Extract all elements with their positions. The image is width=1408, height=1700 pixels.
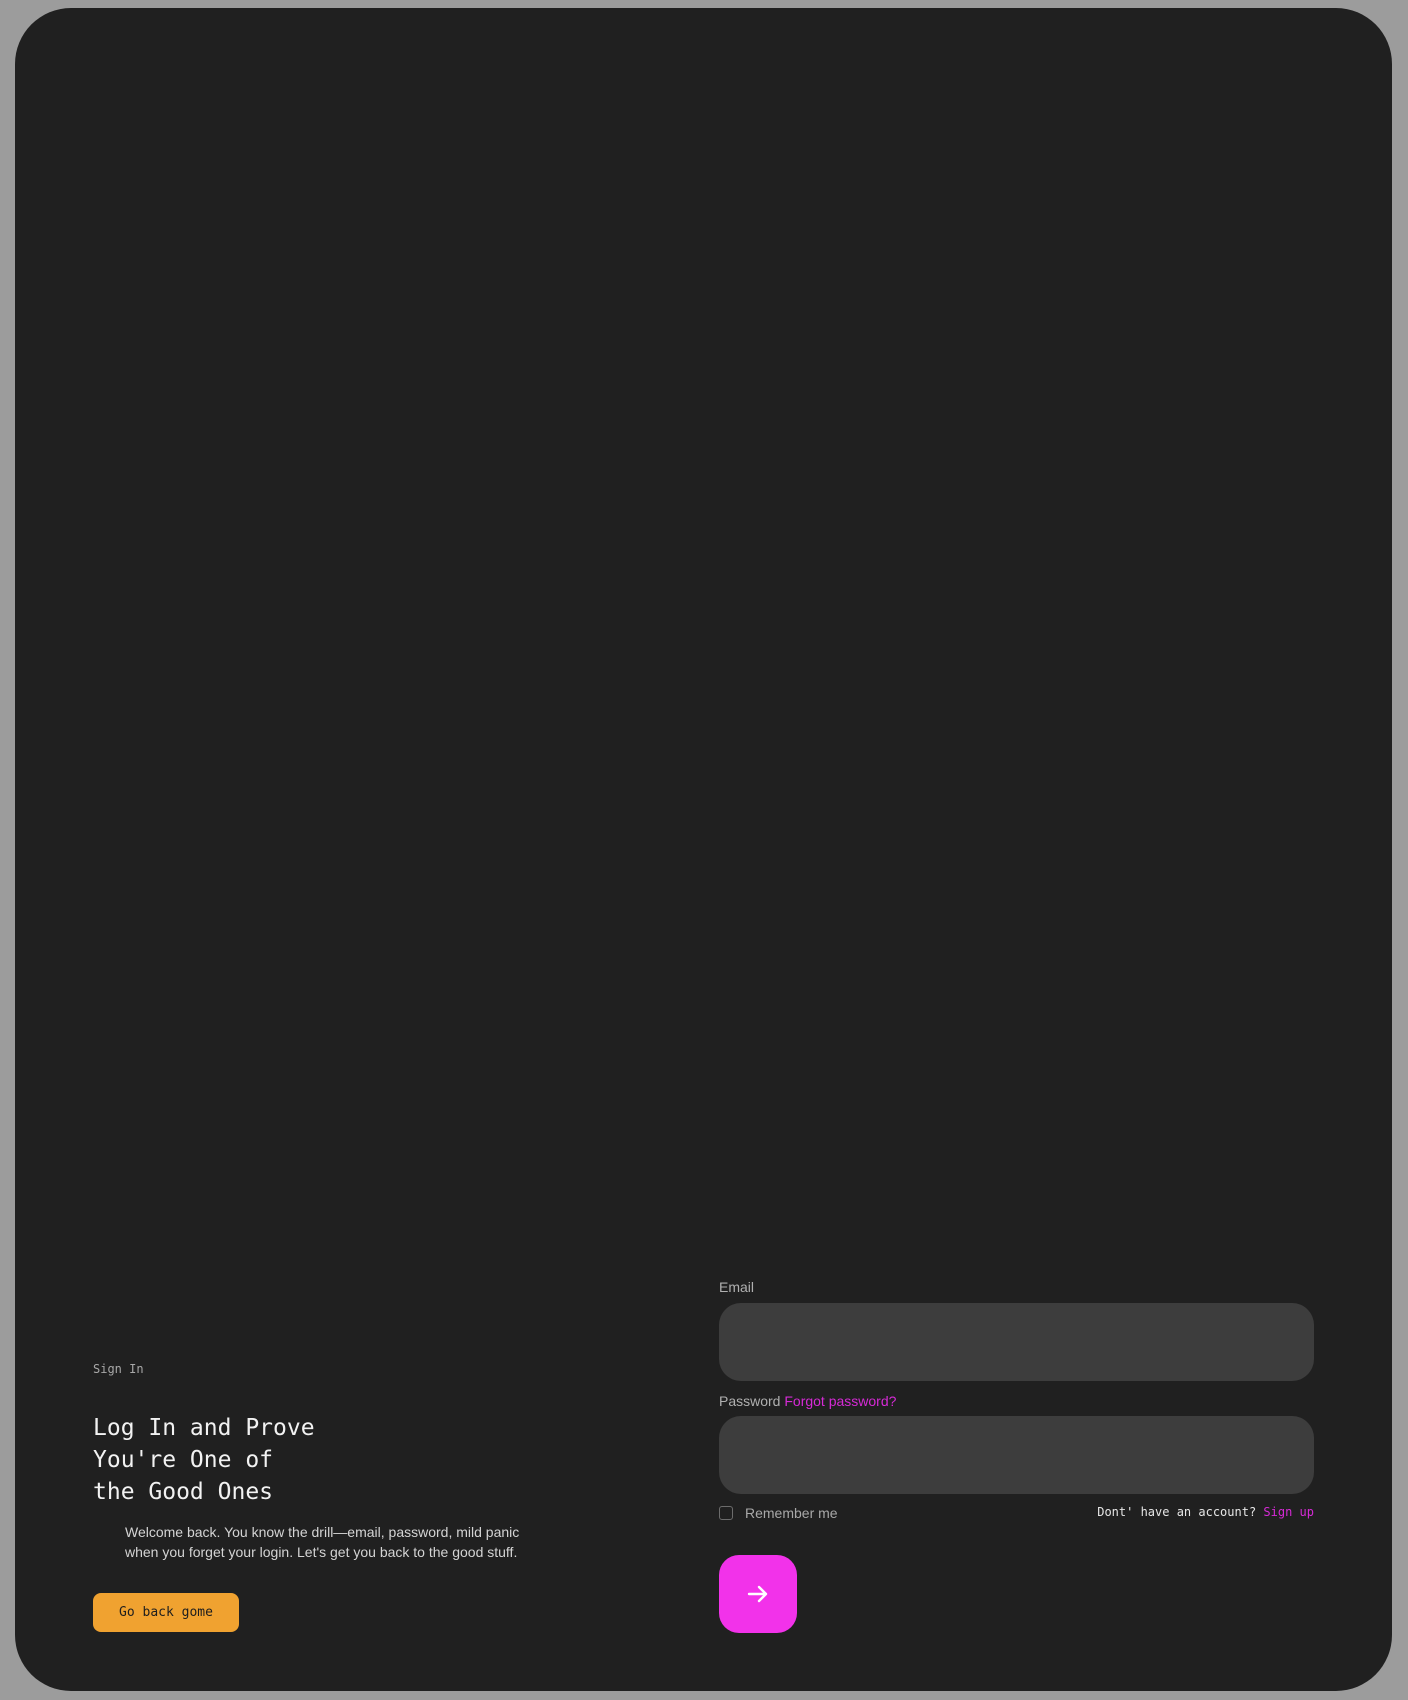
go-back-home-button[interactable]: Go back gome bbox=[93, 1593, 239, 1632]
page-headline: Log In and Prove You're One of the Good … bbox=[93, 1412, 493, 1508]
sign-up-link[interactable]: Sign up bbox=[1263, 1505, 1314, 1519]
password-label-row: Password Forgot password? bbox=[719, 1393, 896, 1409]
signup-prompt-row: Dont' have an account? Sign up bbox=[1097, 1505, 1314, 1519]
login-card: Sign In Log In and Prove You're One of t… bbox=[15, 8, 1392, 1691]
description-line: when you forget your login. Let's get yo… bbox=[125, 1544, 518, 1560]
headline-line: You're One of bbox=[93, 1447, 274, 1473]
forgot-password-link[interactable]: Forgot password? bbox=[784, 1393, 896, 1409]
submit-button[interactable] bbox=[719, 1555, 797, 1633]
description-line: Welcome back. You know the drill—email, … bbox=[125, 1524, 520, 1540]
email-label: Email bbox=[719, 1279, 755, 1295]
signup-prompt: Dont' have an account? bbox=[1097, 1505, 1257, 1519]
password-label: Password bbox=[719, 1393, 781, 1409]
headline-line: the Good Ones bbox=[93, 1479, 274, 1505]
remember-me-toggle[interactable]: Remember me bbox=[719, 1505, 838, 1521]
section-eyebrow: Sign In bbox=[93, 1362, 144, 1376]
remember-me-label: Remember me bbox=[745, 1505, 838, 1521]
welcome-description: Welcome back. You know the drill—email, … bbox=[125, 1522, 545, 1562]
arrow-right-icon bbox=[746, 1582, 770, 1606]
headline-line: Log In and Prove bbox=[93, 1415, 315, 1441]
remember-me-checkbox[interactable] bbox=[719, 1506, 733, 1520]
email-field[interactable] bbox=[719, 1303, 1314, 1381]
password-field[interactable] bbox=[719, 1416, 1314, 1494]
